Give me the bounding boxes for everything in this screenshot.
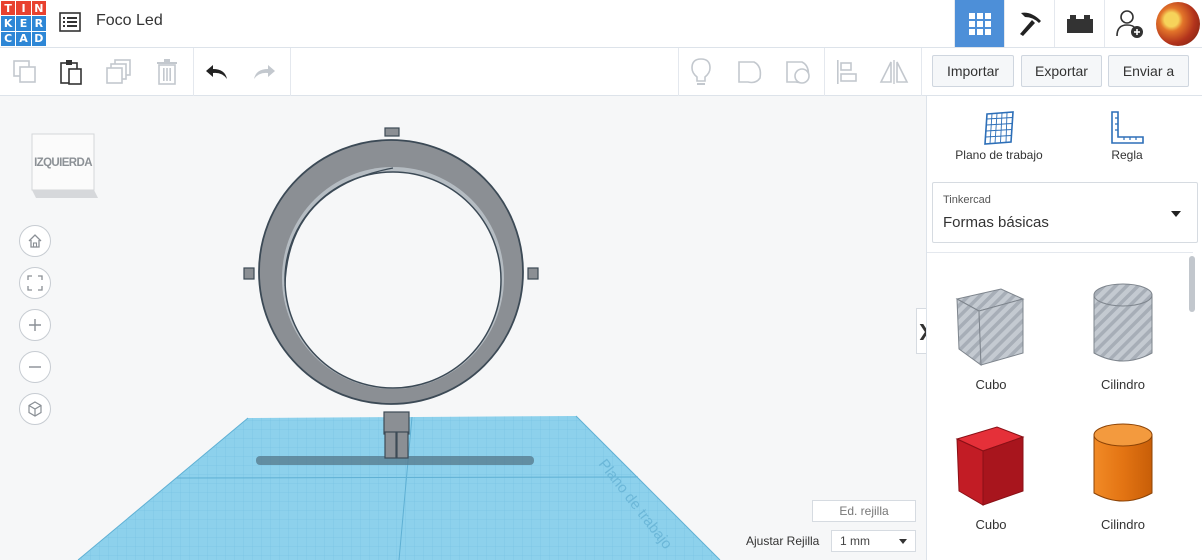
edit-toolbar: Importar Exportar Enviar a [0, 48, 1202, 96]
gray-cylinder-icon [1093, 283, 1153, 362]
snap-grid-value: 1 mm [840, 534, 870, 548]
brick-icon [1066, 14, 1093, 33]
scene-canvas[interactable]: Plano de trabajo [0, 96, 926, 560]
shape-item-cylinder-gray[interactable]: Cilindro [1063, 267, 1183, 397]
library-caption: Tinkercad [943, 194, 991, 206]
logo-letter: K [1, 16, 16, 31]
shape-grid: Cubo Cilindro Cubo Cilindro [927, 252, 1193, 560]
add-user-button[interactable] [1104, 0, 1154, 47]
shape-name: Cilindro [1100, 517, 1146, 532]
lightbulb-icon [691, 58, 711, 85]
shapes-panel: Plano de trabajo Regla Tinkercad Formas … [926, 96, 1202, 560]
cube-icon [28, 401, 42, 417]
chevron-down-icon [1171, 211, 1181, 217]
duplicate-icon [106, 59, 131, 84]
shape-item-cube-red[interactable]: Cubo [931, 407, 1051, 537]
workplane-icon [984, 111, 1014, 145]
plus-icon [29, 319, 41, 331]
blocks-view-button[interactable] [1004, 0, 1054, 47]
user-add-icon [1115, 9, 1143, 38]
align-button[interactable] [830, 56, 864, 88]
home-icon [28, 234, 42, 248]
logo-letter: D [31, 31, 46, 46]
shape-name: Cilindro [1100, 377, 1146, 392]
hole-shape-button[interactable] [782, 56, 816, 88]
snap-grid-select[interactable]: 1 mm [831, 530, 916, 552]
logo-letter: N [31, 1, 46, 16]
3d-design-view-button[interactable] [954, 0, 1004, 47]
view-cube-face-label: IZQUIERDA [34, 157, 92, 169]
export-button[interactable]: Exportar [1021, 55, 1102, 87]
gray-cube-icon [955, 288, 1025, 367]
delete-button[interactable] [150, 56, 184, 88]
logo-letter: A [16, 31, 31, 46]
shape-library-select[interactable]: Tinkercad Formas básicas [932, 182, 1198, 243]
grid-icon [968, 12, 991, 35]
user-avatar[interactable] [1154, 0, 1202, 47]
duplicate-button[interactable] [102, 56, 136, 88]
mirror-icon [879, 60, 909, 84]
fit-view-icon [27, 275, 43, 291]
import-button[interactable]: Importar [932, 55, 1014, 87]
workplane-tool[interactable]: Plano de trabajo [939, 108, 1059, 170]
view-cube[interactable]: IZQUIERDA [30, 128, 100, 202]
ruler-tool[interactable]: Regla [1067, 108, 1187, 170]
document-title[interactable]: Foco Led [96, 12, 163, 30]
top-bar: TINKERCAD Foco Led [0, 0, 1202, 48]
snap-grid-label: Ajustar Rejilla [746, 534, 820, 548]
bricks-view-button[interactable] [1054, 0, 1104, 47]
chevron-down-icon [899, 539, 907, 544]
3d-viewport[interactable]: Plano de trabajo IZQUIERDA Ed. rejilla A… [0, 96, 926, 560]
ruler-label: Regla [1111, 148, 1143, 162]
perspective-toggle-button[interactable] [19, 393, 51, 425]
fit-view-button[interactable] [19, 267, 51, 299]
clipboard-icon [60, 60, 82, 85]
ruler-icon [1111, 111, 1144, 144]
logo-letter: C [1, 31, 16, 46]
redo-button[interactable] [247, 56, 281, 88]
led-ring[interactable] [243, 127, 539, 405]
library-value: Formas básicas [943, 214, 1049, 231]
send-to-button[interactable]: Enviar a [1108, 55, 1189, 87]
logo-letter: E [16, 16, 31, 31]
panel-tools: Plano de trabajo Regla [927, 96, 1202, 180]
shape-solid-icon [738, 61, 762, 84]
zoom-in-button[interactable] [19, 309, 51, 341]
shape-hole-icon [786, 61, 810, 84]
shape-item-cylinder-orange[interactable]: Cilindro [1063, 407, 1183, 537]
panel-scrollbar[interactable] [1189, 256, 1195, 312]
zoom-out-button[interactable] [19, 351, 51, 383]
copy-button[interactable] [8, 56, 42, 88]
panel-collapse-button[interactable]: ❯ [916, 308, 926, 354]
orange-cylinder-icon [1093, 423, 1153, 502]
paste-button[interactable] [54, 56, 88, 88]
pickaxe-icon [1019, 12, 1041, 36]
logo-letter: R [31, 16, 46, 31]
home-view-button[interactable] [19, 225, 51, 257]
solid-shape-button[interactable] [734, 56, 768, 88]
view-switcher [954, 0, 1202, 48]
workplane-label: Plano de trabajo [955, 148, 1043, 162]
redo-icon [254, 65, 275, 79]
led-stand[interactable] [383, 411, 410, 459]
design-list-icon[interactable] [58, 10, 82, 34]
shape-item-cube-gray[interactable]: Cubo [931, 267, 1051, 397]
shape-name: Cubo [975, 517, 1007, 532]
logo-letter: T [1, 1, 16, 16]
undo-button[interactable] [200, 56, 234, 88]
shape-name: Cubo [975, 377, 1007, 392]
align-icon [837, 60, 857, 84]
logo-letter: I [16, 1, 31, 16]
minus-icon [29, 366, 41, 368]
edit-grid-button[interactable]: Ed. rejilla [812, 500, 916, 522]
chevron-right-icon: ❯ [917, 321, 926, 341]
tinkercad-logo[interactable]: TINKERCAD [1, 1, 46, 46]
red-cube-icon [955, 426, 1025, 506]
copy-icon [13, 60, 36, 83]
trash-icon [157, 59, 177, 85]
notes-button[interactable] [684, 56, 718, 88]
undo-icon [206, 65, 227, 79]
mirror-button[interactable] [877, 56, 911, 88]
